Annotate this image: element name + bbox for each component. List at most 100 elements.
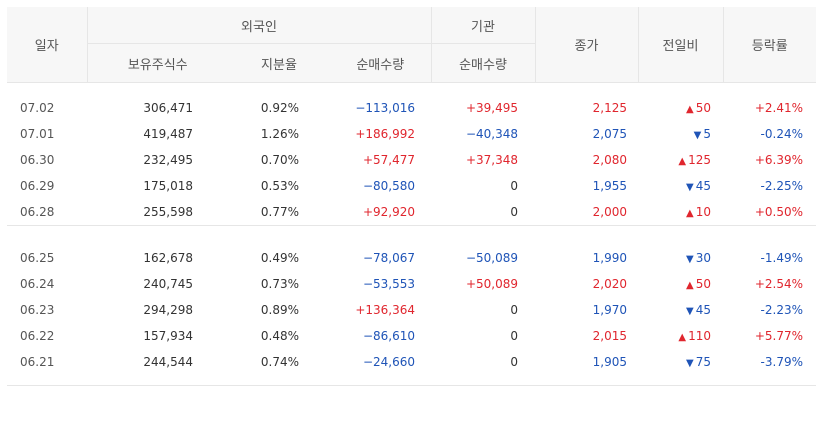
date-cell: 06.22 — [20, 329, 55, 343]
rate-cell: +2.54% — [754, 277, 803, 291]
close-price-cell: 2,080 — [592, 153, 627, 167]
holdings-cell: 162,678 — [143, 251, 193, 265]
down-triangle-icon: ▼ — [686, 306, 694, 317]
down-triangle-icon: ▼ — [686, 254, 694, 265]
foreign-net-cell: −80,580 — [362, 179, 415, 193]
change-cell: ▲ 50 — [638, 271, 723, 297]
inst-net-cell: +37,348 — [465, 153, 518, 167]
holdings-cell: 255,598 — [143, 205, 193, 219]
change-value: 45 — [695, 179, 711, 193]
foreign-net-cell: −24,660 — [362, 355, 415, 369]
share-ratio-cell: 0.89% — [260, 303, 299, 317]
close-price-cell: 1,990 — [592, 251, 627, 265]
inst-net-cell: +50,089 — [465, 277, 518, 291]
table-body: 07.02 306,471 0.92% −113,016 +39,495 2,125 ▲ 50… — [7, 83, 816, 386]
inst-net-cell: 0 — [510, 355, 518, 369]
holdings-cell: 419,487 — [143, 127, 193, 141]
group-separator — [7, 225, 816, 245]
down-triangle-icon: ▼ — [693, 130, 702, 141]
foreign-net-cell: +186,992 — [355, 127, 415, 141]
close-price-cell: 2,015 — [592, 329, 627, 343]
change-cell: ▼ 30 — [638, 245, 723, 271]
share-ratio-cell: 0.53% — [260, 179, 299, 193]
down-triangle-icon: ▼ — [686, 182, 694, 193]
foreign-net-cell: +136,364 — [355, 303, 415, 317]
inst-net-cell: 0 — [510, 205, 518, 219]
header-institution: 기관 — [430, 7, 535, 44]
header-inst-net-buy: 순매수량 — [430, 43, 535, 83]
rate-cell: -2.23% — [760, 303, 803, 317]
date-cell: 06.28 — [20, 205, 55, 219]
share-ratio-cell: 0.74% — [260, 355, 299, 369]
table-row: 06.21 244,544 0.74% −24,660 0 1,905 ▼ 75 -3.79% — [7, 349, 816, 375]
change-value: 45 — [695, 303, 711, 317]
share-ratio-cell: 0.49% — [260, 251, 299, 265]
change-cell: ▲ 125 — [638, 147, 723, 173]
change-value: 110 — [688, 329, 711, 343]
change-cell: ▼ 45 — [638, 297, 723, 323]
foreign-net-cell: +57,477 — [362, 153, 415, 167]
foreign-net-cell: −53,553 — [362, 277, 415, 291]
up-triangle-icon: ▲ — [678, 332, 687, 343]
rate-cell: +2.41% — [754, 101, 803, 115]
change-cell: ▼ 5 — [638, 121, 723, 147]
header-foreign-net-buy: 순매수량 — [330, 43, 431, 83]
inst-net-cell: −50,089 — [465, 251, 518, 265]
holdings-cell: 306,471 — [143, 101, 193, 115]
inst-net-cell: +39,495 — [465, 101, 518, 115]
rate-cell: -2.25% — [760, 179, 803, 193]
table-row: 06.29 175,018 0.53% −80,580 0 1,955 ▼ 45 -2.25% — [7, 173, 816, 199]
close-price-cell: 1,955 — [592, 179, 627, 193]
date-cell: 06.25 — [20, 251, 55, 265]
holdings-cell: 240,745 — [143, 277, 193, 291]
header-share-ratio: 지분율 — [228, 43, 330, 83]
foreign-net-cell: −86,610 — [362, 329, 415, 343]
table-row: 06.23 294,298 0.89% +136,364 0 1,970 ▼ 45 -2.23% — [7, 297, 816, 323]
close-price-cell: 1,905 — [592, 355, 627, 369]
up-triangle-icon: ▲ — [686, 208, 694, 219]
table-row: 06.28 255,598 0.77% +92,920 0 2,000 ▲ 10 +0.50% — [7, 199, 816, 226]
header-rate: 등락률 — [722, 7, 816, 83]
up-triangle-icon: ▲ — [686, 280, 694, 291]
header-change: 전일비 — [637, 7, 723, 83]
share-ratio-cell: 0.73% — [260, 277, 299, 291]
date-cell: 06.21 — [20, 355, 55, 369]
up-triangle-icon: ▲ — [678, 156, 687, 167]
table-row: 07.02 306,471 0.92% −113,016 +39,495 2,125 ▲ 50… — [7, 95, 816, 121]
inst-net-cell: 0 — [510, 329, 518, 343]
holdings-cell: 175,018 — [143, 179, 193, 193]
change-value: 30 — [695, 251, 711, 265]
rate-cell: -0.24% — [760, 127, 803, 141]
holdings-cell: 232,495 — [143, 153, 193, 167]
foreign-net-cell: −113,016 — [355, 101, 415, 115]
change-value: 50 — [695, 101, 711, 115]
rate-cell: +6.39% — [754, 153, 803, 167]
share-ratio-cell: 0.70% — [260, 153, 299, 167]
foreign-net-cell: −78,067 — [362, 251, 415, 265]
holdings-cell: 294,298 — [143, 303, 193, 317]
date-cell: 07.01 — [20, 127, 55, 141]
rate-cell: +5.77% — [754, 329, 803, 343]
down-triangle-icon: ▼ — [686, 358, 694, 369]
inst-net-cell: 0 — [510, 179, 518, 193]
change-cell: ▲ 10 — [638, 199, 723, 226]
date-cell: 06.24 — [20, 277, 55, 291]
change-value: 125 — [688, 153, 711, 167]
close-price-cell: 1,970 — [592, 303, 627, 317]
rate-cell: -1.49% — [760, 251, 803, 265]
date-cell: 06.30 — [20, 153, 55, 167]
header-holdings: 보유주식수 — [86, 43, 228, 83]
rate-cell: -3.79% — [760, 355, 803, 369]
change-value: 10 — [695, 205, 711, 219]
change-cell: ▲ 110 — [638, 323, 723, 349]
table-bottom-border — [7, 375, 816, 386]
share-ratio-cell: 1.26% — [260, 127, 299, 141]
investor-trading-table: 일자 외국인 기관 종가 전일비 등락률 보유주식수 지분율 순매수량 순매수량… — [7, 7, 816, 386]
change-value: 75 — [695, 355, 711, 369]
share-ratio-cell: 0.48% — [260, 329, 299, 343]
table-row: 07.01 419,487 1.26% +186,992 −40,348 2,075 ▼ 5 -… — [7, 121, 816, 147]
date-cell: 06.29 — [20, 179, 55, 193]
change-cell: ▲ 50 — [638, 95, 723, 121]
table-row: 06.24 240,745 0.73% −53,553 +50,089 2,020 ▲ 50 +… — [7, 271, 816, 297]
share-ratio-cell: 0.92% — [260, 101, 299, 115]
